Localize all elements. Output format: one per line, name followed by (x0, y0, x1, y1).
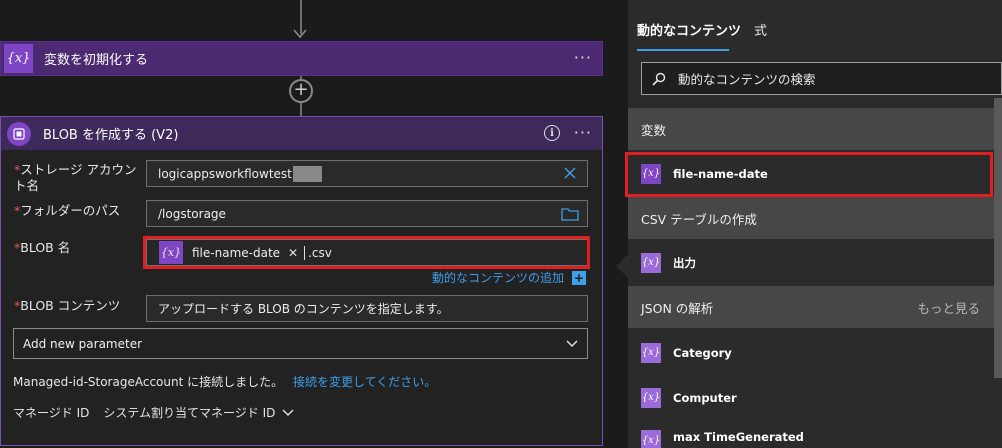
add-dynamic-content-icon[interactable]: + (572, 271, 586, 285)
dynamic-content-panel: 動的なコンテンツ 式 動的なコンテンツの検索 変数 {x} file-name-… (625, 0, 1002, 448)
json-property-icon: {x} (641, 387, 661, 408)
see-more-link[interactable]: もっと見る (917, 298, 980, 317)
create-blob-header[interactable]: BLOB を作成する (V2) i ··· (1, 117, 602, 150)
blob-content-label: *BLOB コンテンツ (14, 298, 121, 313)
storage-account-field[interactable]: logicappsworkflowtest (146, 160, 588, 187)
connection-text: Managed-id-StorageAccount に接続しました。 (13, 375, 284, 389)
blob-name-label: *BLOB 名 (14, 240, 71, 255)
chevron-down-icon[interactable] (281, 407, 295, 419)
chevron-down-icon (566, 340, 578, 348)
info-icon[interactable]: i (544, 125, 560, 141)
blob-content-placeholder: アップロードする BLOB のコンテンツを指定します。 (158, 302, 449, 316)
storage-blob-icon (7, 121, 31, 146)
folder-path-value: /logstorage (158, 206, 226, 221)
add-parameter-dropdown[interactable]: Add new parameter (13, 328, 588, 359)
panel-scrollbar[interactable] (994, 98, 1002, 378)
add-dynamic-content-link[interactable]: 動的なコンテンツの追加 (432, 269, 564, 286)
json-property-icon: {x} (641, 430, 661, 448)
variable-icon: {x} (4, 44, 33, 73)
tab-dynamic-content[interactable]: 動的なコンテンツ (637, 20, 741, 39)
active-tab-indicator (637, 49, 729, 51)
managed-identity-value[interactable]: システム割り当てマネージド ID (103, 404, 275, 421)
add-step-button[interactable]: + (289, 79, 313, 103)
init-variable-title: 変数を初期化する (44, 53, 149, 68)
csv-output-icon: {x} (641, 252, 661, 273)
add-parameter-label: Add new parameter (23, 336, 143, 351)
more-options-icon[interactable]: ··· (574, 48, 592, 67)
designer-canvas: {x} 変数を初期化する ··· + BLOB を作成する (V2) i ···… (0, 0, 628, 448)
storage-account-value: logicappsworkflowtest (158, 166, 292, 181)
json-property-icon: {x} (641, 342, 661, 363)
redacted-text (292, 165, 322, 182)
clear-icon[interactable] (563, 166, 577, 180)
panel-pointer (616, 254, 628, 278)
dynamic-content-search[interactable]: 動的なコンテンツの検索 (641, 62, 1002, 95)
managed-identity-label: マネージド ID (13, 406, 90, 420)
folder-icon[interactable] (561, 207, 579, 221)
list-item-max-time-generated[interactable]: {x} max TimeGenerated (628, 420, 994, 448)
storage-account-label: *ストレージ アカウント名 (14, 162, 137, 193)
section-variables: 変数 (628, 108, 1002, 150)
create-blob-title: BLOB を作成する (V2) (43, 128, 179, 143)
folder-path-label: *フォルダーのパス (14, 203, 121, 218)
list-item-computer[interactable]: {x} Computer (628, 376, 994, 419)
managed-identity-row: マネージド ID システム割り当てマネージド ID (13, 404, 295, 421)
search-placeholder: 動的なコンテンツの検索 (678, 72, 816, 87)
arrow-down-icon (293, 29, 307, 39)
folder-path-field[interactable]: /logstorage (146, 200, 588, 227)
highlight-box (143, 236, 590, 269)
list-item-output[interactable]: {x} 出力 (628, 241, 994, 284)
section-csv-table: CSV テーブルの作成 (628, 197, 1002, 239)
list-item-category[interactable]: {x} Category (628, 331, 994, 374)
tab-expression[interactable]: 式 (754, 20, 767, 39)
connection-status: Managed-id-StorageAccount に接続しました。 接続を変更… (13, 373, 436, 390)
section-json-parse: JSON の解析 もっと見る (628, 286, 1002, 328)
panel-tabs: 動的なコンテンツ 式 (628, 0, 1002, 53)
init-variable-card[interactable]: {x} 変数を初期化する ··· (0, 41, 603, 76)
search-icon (652, 72, 666, 86)
blob-content-field[interactable]: アップロードする BLOB のコンテンツを指定します。 (146, 295, 588, 322)
init-variable-header[interactable]: {x} 変数を初期化する ··· (1, 42, 602, 75)
more-options-icon[interactable]: ··· (574, 123, 592, 142)
highlight-box (625, 152, 993, 197)
change-connection-link[interactable]: 接続を変更してください。 (293, 375, 436, 389)
